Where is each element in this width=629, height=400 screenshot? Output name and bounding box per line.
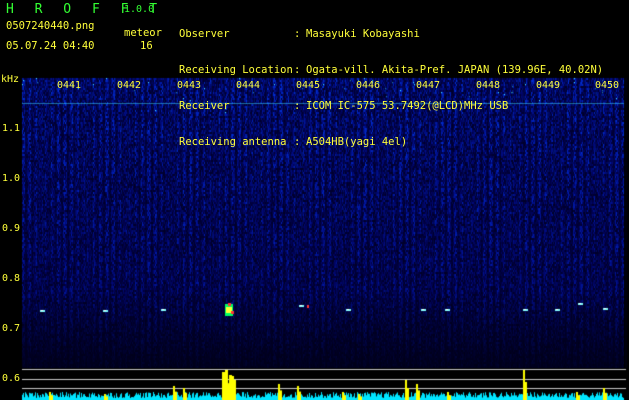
- colon: :: [294, 136, 301, 148]
- app-version: 1.0.0: [124, 4, 155, 15]
- receiver-value: ICOM IC-575 53.7492(@LCD)MHz USB: [306, 100, 509, 112]
- observer-label: Observer: [179, 28, 230, 40]
- location-value: Ogata-vill. Akita-Pref. JAPAN (139.96E, …: [306, 64, 604, 76]
- antenna-label: Receiving antenna: [179, 136, 287, 148]
- y-tick-label: 1.0: [2, 173, 21, 184]
- time-tick-label: 0445: [296, 80, 321, 91]
- file-datetime: 05.07.24 04:40: [6, 40, 95, 52]
- time-tick-label: 0449: [536, 80, 561, 91]
- time-tick-label: 0444: [236, 80, 261, 91]
- y-tick-label: 0.9: [2, 223, 21, 234]
- time-tick-label: 0447: [416, 80, 441, 91]
- time-tick-label: 0446: [356, 80, 381, 91]
- observer-value: Masayuki Kobayashi: [306, 28, 420, 40]
- time-tick-label: 0450: [595, 80, 620, 91]
- time-tick-label: 0441: [57, 80, 82, 91]
- y-tick-label: 0.7: [2, 323, 21, 334]
- time-tick-label: 0442: [117, 80, 142, 91]
- colon: :: [294, 28, 301, 40]
- meteor-count: 16: [140, 40, 153, 52]
- time-tick-label: 0443: [177, 80, 202, 91]
- meteor-label: meteor: [124, 27, 162, 39]
- colon: :: [294, 64, 301, 76]
- antenna-value: A504HB(yagi 4el): [306, 136, 408, 148]
- y-tick-label: 1.1: [2, 123, 21, 134]
- receiver-label: Receiver: [179, 100, 230, 112]
- colon: :: [294, 100, 301, 112]
- y-tick-label: 0.8: [2, 273, 21, 284]
- location-label: Receiving Location: [179, 64, 293, 76]
- y-tick-label: 0.6: [2, 373, 21, 384]
- file-name: 0507240440.png: [6, 20, 95, 32]
- time-tick-label: 0448: [476, 80, 501, 91]
- y-axis-unit: kHz: [1, 74, 20, 85]
